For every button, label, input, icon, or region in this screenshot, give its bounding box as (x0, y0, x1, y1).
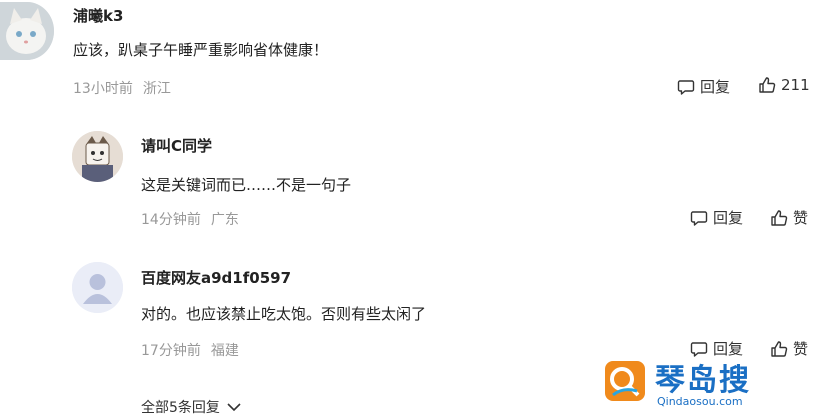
avatar-reply-2[interactable] (72, 262, 123, 313)
watermark-logo-icon (605, 361, 645, 401)
reply-meta: 17分钟前 福建 (141, 340, 239, 360)
thumbs-up-icon (759, 77, 776, 93)
reply-username[interactable]: 百度网友a9d1f0597 (141, 267, 291, 288)
watermark-text: 琴岛搜 (655, 363, 751, 398)
reply-button[interactable]: 回复 (690, 207, 743, 228)
reply-time: 14分钟前 (141, 212, 201, 228)
like-button[interactable]: 211 (758, 76, 810, 94)
comment-location: 浙江 (142, 81, 171, 97)
chevron-down-icon (227, 403, 241, 412)
comment-time: 13小时前 (73, 81, 133, 97)
reply-meta: 14分钟前 广东 (141, 209, 239, 229)
reply-text: 这是关键词而已……不是一句子 (141, 176, 352, 194)
comment-bubble-icon (677, 79, 695, 95)
like-label: 赞 (793, 209, 809, 227)
reply-username[interactable]: 请叫C同学 (141, 135, 212, 156)
watermark-url: Qindaosou.com (657, 395, 743, 408)
reply-button[interactable]: 回复 (677, 76, 730, 97)
expand-replies-button[interactable]: 全部5条回复 (141, 397, 242, 417)
reply-button-label: 回复 (700, 78, 731, 96)
comment-meta: 13小时前 浙江 (73, 78, 171, 98)
reply-location: 福建 (210, 343, 239, 359)
reply-time: 17分钟前 (141, 343, 201, 359)
comment-bubble-icon (690, 210, 708, 226)
reply-button-label: 回复 (713, 209, 744, 227)
expand-replies-label: 全部5条回复 (141, 400, 220, 416)
comment-username[interactable]: 浦曦k3 (73, 5, 123, 26)
avatar-cat[interactable] (0, 2, 54, 60)
like-button[interactable]: 赞 (770, 207, 808, 228)
like-count: 211 (781, 76, 810, 94)
reply-location: 广东 (210, 212, 239, 228)
watermark: 琴岛搜 Qindaosou.com (603, 355, 813, 411)
thumbs-up-icon (771, 209, 788, 226)
avatar-reply-1[interactable] (72, 131, 123, 182)
reply-text: 对的。也应该禁止吃太饱。否则有些太闲了 (141, 305, 427, 323)
comment-text: 应该，趴桌子午睡严重影响省体健康！ (73, 41, 329, 59)
